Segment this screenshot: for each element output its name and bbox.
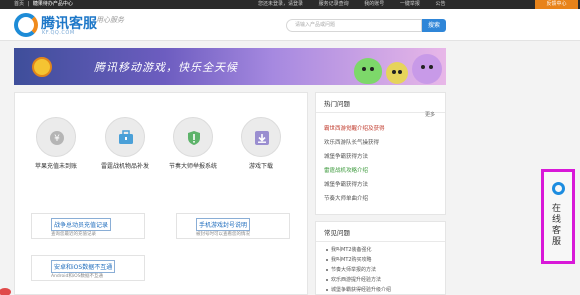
common-question-text[interactable]: 我叫MT2装备强化: [331, 247, 372, 253]
my-account-link[interactable]: 我的账号: [364, 1, 384, 7]
card-title[interactable]: 安卓和iOS数据不互通: [51, 260, 116, 273]
common-question-text[interactable]: 欢乐西游提升经验方法: [331, 277, 381, 283]
scroll-top-icon[interactable]: [0, 283, 14, 295]
hot-question-item[interactable]: 节奏大师单曲介绍: [316, 192, 445, 206]
download-icon: [255, 131, 269, 145]
service-tile-item-reissue[interactable]: 雷霆战机物品补发: [93, 117, 157, 170]
breadcrumb-home[interactable]: 首页: [14, 1, 24, 7]
bullet: [326, 248, 328, 251]
more-link[interactable]: 更多: [425, 111, 435, 118]
toolbox-icon: [119, 130, 133, 144]
tile-circle: ¥: [36, 117, 76, 157]
info-card-data-interop[interactable]: 安卓和iOS数据不互通 Android和iOS数据不互通: [31, 255, 145, 281]
feedback-center-button[interactable]: 反馈中心: [535, 0, 578, 9]
chat-icon: [552, 182, 565, 195]
hot-question-item[interactable]: 雷霆战机攻略介绍: [316, 164, 445, 178]
common-question-item[interactable]: 我叫MT2装备强化: [316, 245, 445, 255]
info-card-ban-explanation[interactable]: 手机游戏封号说明 被封号时可以查看您的情况: [176, 213, 290, 239]
hot-questions-panel: 热门问题 更多 霸世西游觉醒介绍及获得 欢乐西游队长气操获得 城堡争霸获得方法 …: [315, 92, 446, 215]
common-questions-panel: 常见问题 我叫MT2装备强化 我叫MT2购买攻略 节奏大师举报的方法 欢乐西游提…: [315, 221, 446, 295]
tile-label: 节奏大师举报系统: [168, 163, 217, 170]
top-bar: 首页 | 糖果待办产品中心 您还未登录，请登录 服务记录查询 我的账号 一键举报…: [0, 0, 580, 9]
online-service-label: 在线客服: [552, 204, 562, 247]
hot-question-item[interactable]: 城堡争霸获得方法: [316, 150, 445, 164]
common-question-text[interactable]: 节奏大师举报的方法: [331, 267, 376, 273]
self-service-panel: ¥ 苹果充值未到账 雷霆战机物品补发 节奏大师举报系统 游戏下载 战争总动员充值…: [14, 92, 308, 295]
game-logo-icon: [32, 57, 52, 77]
top-links: 您还未登录，请登录 服务记录查询 我的账号 一键举报 公告: [258, 0, 459, 9]
breadcrumb-current[interactable]: 糖果待办产品中心: [33, 1, 73, 7]
tile-label: 雷霆战机物品补发: [100, 163, 149, 170]
common-question-item[interactable]: 节奏大师举报的方法: [316, 265, 445, 275]
breadcrumb: 首页 | 糖果待办产品中心: [14, 1, 73, 7]
tile-circle: [173, 117, 213, 157]
hot-questions-title: 热门问题: [316, 93, 445, 113]
report-link[interactable]: 一键举报: [400, 1, 420, 7]
service-tile-game-download[interactable]: 游戏下载: [229, 117, 293, 170]
slogan: 用心服务: [96, 16, 124, 24]
bullet: [326, 278, 328, 281]
hot-question-item[interactable]: 欢乐西游队长气操获得: [316, 136, 445, 150]
tencent-logo-icon[interactable]: [14, 13, 38, 37]
common-question-item[interactable]: 城堡争霸获得经验升级介绍: [316, 285, 445, 295]
common-questions-title: 常见问题: [316, 222, 445, 242]
login-link[interactable]: 您还未登录，请登录: [258, 1, 303, 7]
svg-text:¥: ¥: [54, 134, 60, 144]
info-card-recharge-record[interactable]: 战争总动员充值记录 查询您最近的充值记录: [31, 213, 145, 239]
tile-circle: [241, 117, 281, 157]
card-desc: Android和iOS数据不互通: [51, 274, 104, 279]
hot-question-item[interactable]: 霸世西游觉醒介绍及获得: [316, 122, 445, 136]
logo-domain: KF.QQ.COM: [42, 30, 75, 36]
promo-banner[interactable]: 腾讯移动游戏，快乐全天候: [14, 48, 446, 85]
purple-character-icon: [412, 54, 442, 84]
shield-icon: [188, 131, 200, 145]
notice-link[interactable]: 公告: [435, 1, 445, 7]
yellow-character-icon: [386, 62, 408, 84]
service-tile-apple-recharge[interactable]: ¥ 苹果充值未到账: [24, 117, 88, 170]
service-record-link[interactable]: 服务记录查询: [319, 1, 349, 7]
card-desc: 被封号时可以查看您的情况: [196, 232, 250, 237]
search-button[interactable]: 搜索: [422, 19, 446, 32]
green-character-icon: [354, 58, 382, 84]
banner-text: 腾讯移动游戏，快乐全天候: [94, 61, 238, 74]
hot-question-item[interactable]: 城堡争霸获得方法: [316, 178, 445, 192]
bullet: [326, 288, 328, 291]
card-title[interactable]: 手机游戏封号说明: [196, 218, 251, 231]
card-desc: 查询您最近的充值记录: [51, 232, 96, 237]
tile-label: 苹果充值未到账: [34, 163, 77, 170]
online-service-float-button[interactable]: 在线客服: [541, 169, 575, 264]
bullet: [326, 268, 328, 271]
bullet: [326, 258, 328, 261]
coin-icon: ¥: [50, 131, 64, 145]
header: 腾讯客服 KF.QQ.COM 用心服务 请输入产品或问题 搜索: [0, 9, 580, 41]
tile-label: 游戏下载: [248, 163, 273, 170]
service-tile-report-system[interactable]: 节奏大师举报系统: [161, 117, 225, 170]
common-question-text[interactable]: 城堡争霸获得经验升级介绍: [331, 287, 391, 293]
card-title[interactable]: 战争总动员充值记录: [51, 218, 112, 231]
common-question-item[interactable]: 欢乐西游提升经验方法: [316, 275, 445, 285]
search-input[interactable]: 请输入产品或问题: [286, 19, 422, 32]
tile-circle: [105, 117, 145, 157]
common-question-item[interactable]: 我叫MT2购买攻略: [316, 255, 445, 265]
common-question-text[interactable]: 我叫MT2购买攻略: [331, 257, 372, 263]
